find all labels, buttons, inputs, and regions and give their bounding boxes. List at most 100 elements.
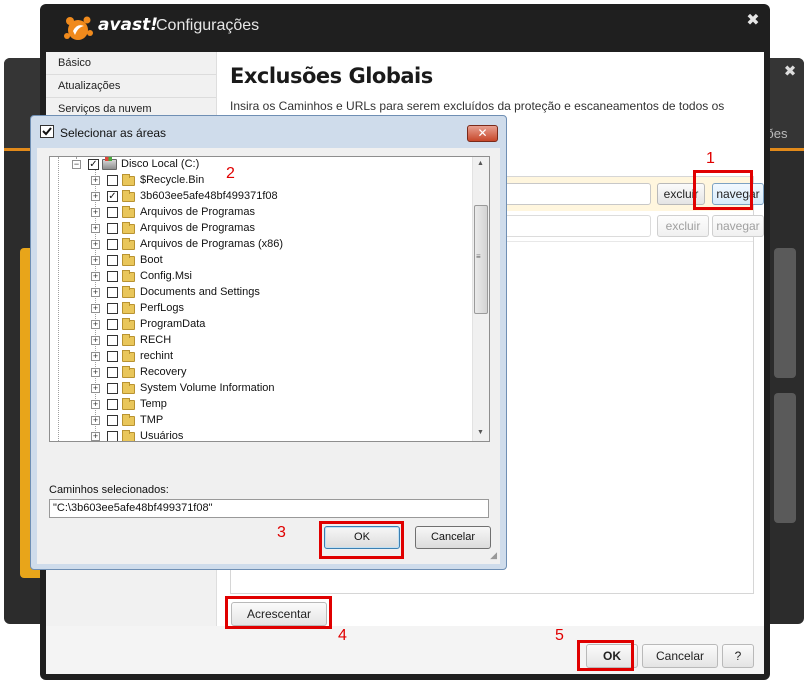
annotation-number-5: 5 [555, 627, 564, 644]
expand-icon[interactable]: + [91, 272, 100, 281]
folder-icon [122, 206, 135, 218]
expand-icon[interactable]: + [91, 192, 100, 201]
navegar-button-2[interactable]: navegar [712, 215, 764, 237]
expand-icon[interactable]: + [91, 240, 100, 249]
select-dialog-close-icon[interactable]: ✕ [467, 125, 498, 142]
tree-folder-row[interactable]: + TMP [50, 413, 472, 429]
tree-item-label: Temp [140, 398, 167, 410]
selected-paths-field[interactable]: "C:\3b603ee5afe48bf499371f08" [49, 499, 489, 518]
tree-checkbox[interactable] [107, 367, 118, 378]
expand-icon[interactable]: + [91, 432, 100, 441]
expand-icon[interactable]: + [91, 336, 100, 345]
resize-grip-icon[interactable]: ◢ [490, 550, 497, 561]
tree-checkbox[interactable] [107, 335, 118, 346]
page-description: Insira os Caminhos e URLs para serem exc… [230, 99, 725, 113]
expand-icon[interactable]: + [91, 256, 100, 265]
folder-tree-rows: − ✓ Disco Local (C:) + $Recycle.Bin + ✓ 3b60… [50, 157, 472, 441]
tree-folder-row[interactable]: + PerfLogs [50, 301, 472, 317]
background-tile [774, 248, 796, 378]
expand-icon[interactable]: + [91, 384, 100, 393]
sidebar-item-atualizacoes[interactable]: Atualizações [46, 75, 216, 98]
tree-checkbox[interactable] [107, 287, 118, 298]
background-close-icon[interactable]: ✖ [782, 64, 798, 80]
tree-checkbox[interactable] [107, 415, 118, 426]
tree-checkbox[interactable] [107, 431, 118, 441]
tree-folder-row[interactable]: + ✓ 3b603ee5afe48bf499371f08 [50, 189, 472, 205]
tree-folder-row[interactable]: + Usuários [50, 429, 472, 441]
tree-checkbox[interactable]: ✓ [107, 191, 118, 202]
tree-item-label: RECH [140, 334, 172, 346]
tree-item-label: Arquivos de Programas [140, 206, 255, 218]
folder-icon [122, 302, 135, 314]
tree-item-label: PerfLogs [140, 302, 185, 314]
tree-folder-row[interactable]: + Config.Msi [50, 269, 472, 285]
folder-tree[interactable]: − ✓ Disco Local (C:) + $Recycle.Bin + ✓ 3b60… [49, 156, 490, 442]
tree-item-label: Arquivos de Programas (x86) [140, 238, 284, 250]
expand-icon[interactable]: + [91, 224, 100, 233]
expand-icon[interactable]: + [91, 288, 100, 297]
sidebar-item-basico[interactable]: Básico [46, 52, 216, 75]
config-titlebar: avast! Configurações ✖ [40, 4, 770, 52]
tree-checkbox[interactable] [107, 383, 118, 394]
expand-icon[interactable]: + [91, 320, 100, 329]
tree-folder-row[interactable]: + Arquivos de Programas (x86) [50, 237, 472, 253]
tree-item-label: Usuários [140, 430, 184, 441]
excluir-button-2[interactable]: excluir [657, 215, 709, 237]
folder-icon [122, 270, 135, 282]
scroll-down-icon[interactable]: ▼ [477, 429, 484, 436]
folder-icon [122, 238, 135, 250]
select-cancel-button[interactable]: Cancelar [415, 526, 491, 549]
tree-folder-row[interactable]: + Boot [50, 253, 472, 269]
tree-item-label: Disco Local (C:) [121, 158, 200, 170]
scroll-up-icon[interactable]: ▲ [477, 160, 484, 167]
tree-checkbox[interactable] [107, 399, 118, 410]
tree-checkbox[interactable] [107, 271, 118, 282]
tree-checkbox[interactable] [107, 303, 118, 314]
folder-icon [122, 318, 135, 330]
tree-checkbox[interactable]: ✓ [88, 159, 99, 170]
tree-checkbox[interactable] [107, 239, 118, 250]
folder-icon [122, 222, 135, 234]
config-title: Configurações [156, 17, 260, 34]
tree-folder-row[interactable]: + RECH [50, 333, 472, 349]
expand-icon[interactable]: + [91, 176, 100, 185]
tree-folder-row[interactable]: + ProgramData [50, 317, 472, 333]
tree-vertical-scrollbar[interactable]: ▲ ≡ ▼ [472, 157, 489, 441]
annotation-number-3: 3 [277, 524, 286, 541]
folder-icon [122, 430, 135, 441]
tree-checkbox[interactable] [107, 223, 118, 234]
tree-checkbox[interactable] [107, 351, 118, 362]
annotation-number-2: 2 [226, 165, 235, 182]
config-close-icon[interactable]: ✖ [744, 12, 762, 30]
select-dialog-body: − ✓ Disco Local (C:) + $Recycle.Bin + ✓ 3b60… [37, 148, 500, 564]
tree-checkbox[interactable] [107, 255, 118, 266]
tree-folder-row[interactable]: + Arquivos de Programas [50, 221, 472, 237]
annotation-box-3 [319, 521, 404, 559]
config-help-button[interactable]: ? [722, 644, 754, 668]
tree-folder-row[interactable]: + Temp [50, 397, 472, 413]
tree-checkbox[interactable] [107, 319, 118, 330]
tree-checkbox[interactable] [107, 207, 118, 218]
expand-icon[interactable]: + [91, 352, 100, 361]
tree-root-row[interactable]: − ✓ Disco Local (C:) [50, 157, 472, 173]
config-footer: OK Cancelar ? [46, 626, 764, 674]
tree-folder-row[interactable]: + Documents and Settings [50, 285, 472, 301]
annotation-number-1: 1 [706, 150, 715, 167]
annotation-box-1 [693, 170, 753, 210]
collapse-icon[interactable]: − [72, 160, 81, 169]
tree-folder-row[interactable]: + Arquivos de Programas [50, 205, 472, 221]
avast-brand: avast! [98, 15, 159, 35]
expand-icon[interactable]: + [91, 368, 100, 377]
tree-item-label: ProgramData [140, 318, 206, 330]
expand-icon[interactable]: + [91, 304, 100, 313]
expand-icon[interactable]: + [91, 208, 100, 217]
tree-checkbox[interactable] [107, 175, 118, 186]
config-cancel-button[interactable]: Cancelar [642, 644, 718, 668]
expand-icon[interactable]: + [91, 400, 100, 409]
tree-folder-row[interactable]: + rechint [50, 349, 472, 365]
expand-icon[interactable]: + [91, 416, 100, 425]
tree-folder-row[interactable]: + $Recycle.Bin [50, 173, 472, 189]
tree-folder-row[interactable]: + Recovery [50, 365, 472, 381]
select-dialog-titlebar: Selecionar as áreas ✕ [31, 116, 506, 148]
tree-folder-row[interactable]: + System Volume Information [50, 381, 472, 397]
